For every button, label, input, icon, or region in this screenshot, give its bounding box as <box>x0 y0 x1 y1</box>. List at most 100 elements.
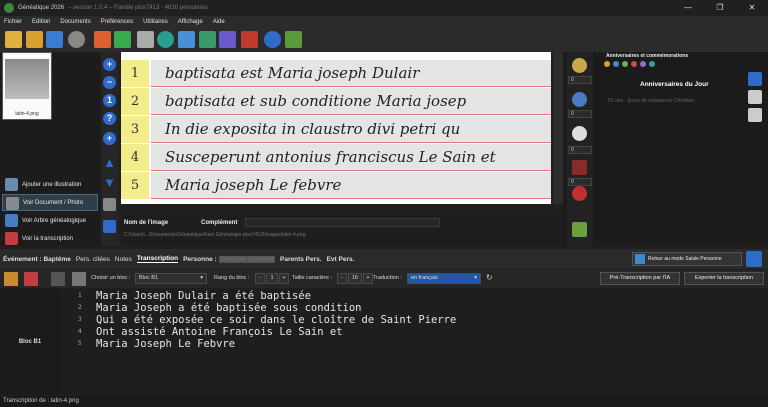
tools-icon[interactable] <box>157 31 174 48</box>
manuscript-line: Maria joseph Le febvre <box>151 172 551 199</box>
tab-events-person[interactable]: Evt Pers. <box>327 256 355 263</box>
return-person-mode-button[interactable]: Retour au mode Saisie Personne <box>632 252 742 266</box>
wrench-icon[interactable] <box>748 90 762 104</box>
write-icon[interactable] <box>24 272 38 286</box>
rank-increment[interactable]: + <box>279 273 289 284</box>
transcription-editor[interactable]: 1 Maria Joseph Dulair a été baptisée 2 M… <box>60 289 768 395</box>
maximize-button[interactable]: ❐ <box>704 0 736 16</box>
anniversary-entry[interactable]: 53 ans · (jours de naissance) Christian … <box>608 98 699 104</box>
menu-affichage[interactable]: Affichage <box>178 19 203 25</box>
view-tree-button[interactable]: Voir Arbre généalogique <box>2 212 98 229</box>
print-icon[interactable] <box>137 31 154 48</box>
zoom-in-icon[interactable]: + <box>103 58 116 71</box>
menu-edition[interactable]: Edition <box>32 19 50 25</box>
image-scrollbar[interactable] <box>553 52 563 204</box>
rank-decrement[interactable]: - <box>255 273 265 284</box>
spinner-2[interactable]: 0 <box>568 110 592 118</box>
card-icon[interactable] <box>178 31 195 48</box>
editor-line[interactable]: Qui a été exposée ce soir dans le cloîtr… <box>96 314 456 326</box>
delete-icon[interactable] <box>72 272 86 286</box>
menu-preferences[interactable]: Préférences <box>101 19 133 25</box>
bookmark-icon[interactable] <box>572 160 587 175</box>
import-icon[interactable] <box>46 31 63 48</box>
edit-icon[interactable] <box>103 220 116 233</box>
window-title: Généatique 2026 <box>18 5 65 11</box>
charts-icon[interactable] <box>241 31 258 48</box>
tab-event[interactable]: Événement : Baptême <box>3 256 71 263</box>
rank-value[interactable]: 1 <box>266 273 278 284</box>
image-thumbnail[interactable]: latin-4.png <box>2 52 52 120</box>
size-increment[interactable]: + <box>363 273 373 284</box>
editor-line-number: 5 <box>78 340 82 347</box>
filter-icon[interactable] <box>640 61 646 67</box>
zoom-out-icon[interactable]: − <box>103 76 116 89</box>
filter-icon[interactable] <box>604 61 610 67</box>
external-link-icon[interactable] <box>746 251 762 267</box>
save-icon[interactable] <box>26 31 43 48</box>
insert-icon[interactable] <box>51 272 65 286</box>
filter-icon[interactable] <box>631 61 637 67</box>
tab-notes[interactable]: Notes <box>115 256 132 263</box>
spinner-3[interactable]: 0 <box>568 146 592 154</box>
editor-line[interactable]: Maria Joseph Le Febvre <box>96 338 235 350</box>
refresh-icon[interactable]: ↻ <box>486 273 493 282</box>
trash-icon[interactable] <box>103 198 116 211</box>
list-icon[interactable] <box>4 272 18 286</box>
view-document-label: Voir Document / Photo <box>23 199 84 206</box>
undo-icon[interactable] <box>94 31 111 48</box>
manuscript-line-number: 5 <box>121 172 149 199</box>
size-value[interactable]: 16 <box>348 273 362 284</box>
minimize-button[interactable]: — <box>672 0 704 16</box>
sun-icon[interactable] <box>572 58 587 73</box>
grid-icon[interactable] <box>219 31 236 48</box>
editor-line[interactable]: Ont assisté Antoine François Le Sain et <box>96 326 343 338</box>
zoom-center-icon[interactable]: + <box>103 132 116 145</box>
view-transcription-button[interactable]: Voir la transcription <box>2 230 98 247</box>
tree-export-icon[interactable] <box>199 31 216 48</box>
filter-icon[interactable] <box>622 61 628 67</box>
open-folder-icon[interactable] <box>5 31 22 48</box>
document-image-view[interactable]: 1 baptisata est Maria joseph Dulair 2 ba… <box>121 52 551 204</box>
menu-fichier[interactable]: Fichier <box>4 19 22 25</box>
menu-aide[interactable]: Aide <box>213 19 225 25</box>
size-decrement[interactable]: - <box>337 273 347 284</box>
spinner-1[interactable]: 0 <box>568 76 592 84</box>
view-document-button[interactable]: Voir Document / Photo <box>2 194 98 211</box>
close-button[interactable]: ✕ <box>736 0 768 16</box>
arrow-down-icon[interactable]: ▼ <box>103 176 116 189</box>
add-illustration-button[interactable]: Ajouter une illustration <box>2 176 98 193</box>
zoom-100-icon[interactable]: 1 <box>103 94 116 107</box>
menu-documents[interactable]: Documents <box>60 19 90 25</box>
tab-persons-cited[interactable]: Pers. citées <box>76 256 110 263</box>
block-select[interactable]: Bloc B1 ▾ <box>135 273 207 284</box>
tab-parents[interactable]: Parents Pers. <box>280 256 322 263</box>
filter-icon[interactable] <box>613 61 619 67</box>
editor-line[interactable]: Maria Joseph Dulair a été baptisée <box>96 290 311 302</box>
ia-pretranscription-button[interactable]: Pré-Transcription par l'IA <box>600 272 680 285</box>
char-size-label: Taille caractère : <box>292 275 333 281</box>
return-button-label: Retour au mode Saisie Personne <box>648 256 722 262</box>
complement-field[interactable] <box>245 218 440 227</box>
hd-icon[interactable] <box>572 186 587 201</box>
update-icon[interactable] <box>285 31 302 48</box>
anniversary-play-icon[interactable] <box>748 72 762 86</box>
manuscript-line-number: 4 <box>121 144 149 171</box>
spinner-4[interactable]: 0 <box>568 178 592 186</box>
tab-transcription[interactable]: Transcription <box>136 255 179 263</box>
export-transcription-button[interactable]: Exporter la transcription <box>684 272 764 285</box>
compass-icon[interactable] <box>572 126 587 141</box>
thumbnail-image <box>5 59 49 99</box>
filter-icon[interactable] <box>649 61 655 67</box>
zoom-fit-icon[interactable]: ? <box>103 112 116 125</box>
tab-person-label[interactable]: Personne : <box>183 256 217 263</box>
help-icon[interactable] <box>264 31 281 48</box>
translation-select[interactable]: en français ▾ <box>407 273 481 284</box>
info-icon[interactable] <box>572 92 587 107</box>
editor-line[interactable]: Maria Joseph a été baptisée sous conditi… <box>96 302 362 314</box>
redo-icon[interactable] <box>114 31 131 48</box>
printer-icon[interactable] <box>748 108 762 122</box>
arrow-up-icon[interactable]: ▲ <box>103 156 116 169</box>
menu-utilitaires[interactable]: Utilitaires <box>143 19 168 25</box>
map-icon[interactable] <box>572 222 587 237</box>
sync-icon[interactable] <box>68 31 85 48</box>
